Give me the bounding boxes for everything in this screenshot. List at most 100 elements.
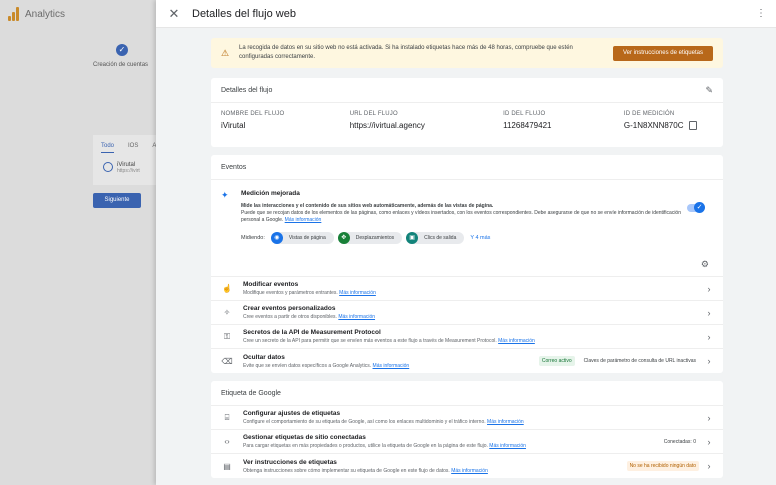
- row-title: Secretos de la API de Measurement Protoc…: [243, 329, 381, 336]
- more-events-link[interactable]: Y 4 más: [470, 235, 490, 241]
- learn-more-link[interactable]: Más información: [487, 419, 524, 425]
- drawer-content: ⚠ La recogida de datos en su sitio web n…: [211, 38, 723, 485]
- row-sub: Obtenga instrucciones sobre cómo impleme…: [243, 468, 488, 474]
- move-icon: ✥: [337, 232, 350, 244]
- row-sub: Modifique eventos y parámetros entrantes…: [243, 290, 376, 296]
- row-sub-text: Para cargar etiquetas en más propiedades…: [243, 443, 488, 449]
- learn-more-link[interactable]: Más información: [339, 290, 376, 296]
- copy-icon[interactable]: [689, 121, 698, 130]
- row-connected-tags[interactable]: ‹› Gestionar etiquetas de sitio conectad…: [211, 430, 723, 454]
- row-text: Configurar ajustes de etiquetas Configur…: [243, 410, 524, 425]
- row-api-secrets[interactable]: ⚿ Secretos de la API de Measurement Prot…: [211, 325, 723, 349]
- instructions-icon: ▤: [223, 461, 231, 471]
- row-text: Secretos de la API de Measurement Protoc…: [243, 329, 535, 344]
- bg-tab-ios[interactable]: IOS: [128, 143, 138, 153]
- row-tag-instructions[interactable]: ▤ Ver instrucciones de etiquetas Obtenga…: [211, 454, 723, 478]
- row-text: Gestionar etiquetas de sitio conectadas …: [243, 434, 526, 449]
- row-create-events[interactable]: ✧ Crear eventos personalizados Cree even…: [211, 301, 723, 325]
- detail-value: 11268479421: [503, 121, 624, 130]
- row-title: Configurar ajustes de etiquetas: [243, 410, 341, 417]
- chip-label: Clics de salida: [424, 235, 457, 241]
- row-sub: Evite que se envíen datos específicos a …: [243, 363, 409, 369]
- row-sub: Configure el comportamiento de su etique…: [243, 419, 524, 425]
- row-configure-tag[interactable]: ⌸ Configurar ajustes de etiquetas Config…: [211, 406, 723, 430]
- chevron-right-icon: ›: [707, 436, 711, 447]
- enhanced-measurement-title: Medición mejorada: [241, 190, 300, 197]
- bg-tab-all[interactable]: Todo: [101, 143, 115, 153]
- learn-more-link[interactable]: Más información: [285, 217, 322, 223]
- more-vert-icon[interactable]: ⋮: [756, 8, 766, 19]
- row-sub: Para cargar etiquetas en más propiedades…: [243, 443, 526, 449]
- tag-icon: ⌸: [224, 412, 230, 422]
- row-modify-events[interactable]: ☝ Modificar eventos Modifique eventos y …: [211, 277, 723, 301]
- row-sub-text: Configure el comportamiento de su etique…: [243, 419, 486, 425]
- detail-label: URL DEL FLUJO: [349, 111, 398, 117]
- measuring-row: Midiendo: ◉ Vistas de página ✥ Desplazamie…: [241, 232, 713, 244]
- magic-wand-icon: ✧: [223, 308, 231, 317]
- bg-app-title: Analytics: [25, 8, 66, 20]
- row-sub: Cree un secreto de la API para permitir …: [243, 338, 535, 344]
- status-badge: No se ha recibido ningún dato: [626, 461, 699, 471]
- stream-url-value: https://ivirtual.agency: [349, 121, 425, 130]
- stream-details-drawer: ✕ Detalles del flujo web ⋮ ⚠ La recogida…: [156, 0, 776, 485]
- chevron-right-icon: ›: [707, 331, 711, 342]
- row-right: ›: [705, 284, 713, 294]
- bg-row-sub: https://ivirt: [117, 168, 140, 174]
- row-sub-text: Cree un secreto de la API para permitir …: [243, 338, 497, 344]
- chevron-right-icon: ›: [707, 356, 711, 366]
- lock-icon: ▣: [406, 232, 419, 244]
- measurement-id-value[interactable]: G-1N8XNN870C: [624, 121, 684, 130]
- warning-text: La recogida de datos en su sitio web no …: [239, 45, 573, 60]
- learn-more-link[interactable]: Más información: [498, 338, 535, 344]
- check-icon: ✓: [116, 44, 128, 56]
- chip-scrolls: ✥ Desplazamientos: [337, 232, 403, 244]
- row-sub-text: Obtenga instrucciones sobre cómo impleme…: [243, 467, 450, 474]
- events-card: Eventos ✦ Medición mejorada ✓ Mide las i…: [211, 155, 723, 373]
- detail-value: https://ivirtual.agency: [350, 121, 503, 130]
- chevron-right-icon: ›: [707, 412, 711, 423]
- row-sub: Cree eventos a partir de otros disponibl…: [243, 314, 375, 320]
- row-sub-text: Cree eventos a partir de otros disponibl…: [243, 314, 337, 320]
- row-text: Ver instrucciones de etiquetas Obtenga i…: [243, 459, 488, 474]
- row-redact-data[interactable]: ⌫ Ocultar datos Evite que se envíen dato…: [211, 349, 723, 373]
- stream-details-card: Detalles del flujo ✎ NOMBRE DEL FLUJO iV…: [211, 78, 723, 147]
- row-sub-text: Evite que se envíen datos específicos a …: [243, 362, 372, 369]
- stream-details-title: Detalles del flujo: [221, 86, 273, 94]
- chevron-right-icon: ›: [707, 283, 711, 294]
- background-app: Analytics ✓ Creación de cuentas Todo IOS…: [0, 0, 163, 485]
- view-tag-instructions-button[interactable]: Ver instrucciones de etiquetas: [612, 45, 713, 61]
- drawer-title: Detalles del flujo web: [192, 7, 296, 20]
- row-right: Correo activo Claves de parámetro de con…: [538, 356, 713, 366]
- enhanced-measurement-toggle[interactable]: ✓: [687, 202, 705, 213]
- warning-banner: ⚠ La recogida de datos en su sitio web n…: [211, 38, 723, 68]
- row-title: Ver instrucciones de etiquetas: [243, 458, 337, 466]
- next-button[interactable]: Siguiente: [93, 193, 141, 208]
- status-badge: Conectadas: 0: [663, 438, 696, 445]
- key-icon: ⚿: [223, 331, 231, 341]
- chevron-right-icon: ›: [707, 461, 711, 471]
- learn-more-link[interactable]: Más información: [489, 443, 526, 449]
- enhanced-measurement: ✦ Medición mejorada ✓ Mide las interacci…: [211, 180, 723, 277]
- row-right: No se ha recibido ningún dato ›: [626, 461, 713, 471]
- code-icon: ‹›: [224, 437, 230, 446]
- gear-icon[interactable]: ⚙: [701, 259, 709, 270]
- warning-icon: ⚠: [221, 47, 230, 58]
- stream-id-value: 11268479421: [503, 121, 552, 130]
- enhanced-measurement-desc: Mide las interacciones y el contenido de…: [241, 203, 681, 224]
- status-badge: Correo activo: [538, 356, 575, 366]
- row-title: Modificar eventos: [243, 281, 299, 288]
- learn-more-link[interactable]: Más información: [338, 314, 375, 320]
- chip-label: Desplazamientos: [355, 235, 395, 241]
- google-tag-title: Etiqueta de Google: [221, 389, 281, 397]
- learn-more-link[interactable]: Más información: [451, 468, 488, 474]
- eye-icon: ◉: [270, 232, 283, 244]
- chevron-right-icon: ›: [707, 307, 711, 318]
- pencil-icon[interactable]: ✎: [705, 85, 713, 96]
- learn-more-link[interactable]: Más información: [373, 363, 410, 369]
- row-right: ›: [705, 308, 713, 318]
- close-icon[interactable]: ✕: [166, 6, 182, 22]
- detail-label: ID DE MEDICIÓN: [623, 111, 675, 117]
- row-text: Ocultar datos Evite que se envíen datos …: [243, 354, 409, 369]
- bg-list-item[interactable]: iVirutal https://ivirt: [93, 153, 163, 174]
- check-icon: ✓: [694, 202, 705, 213]
